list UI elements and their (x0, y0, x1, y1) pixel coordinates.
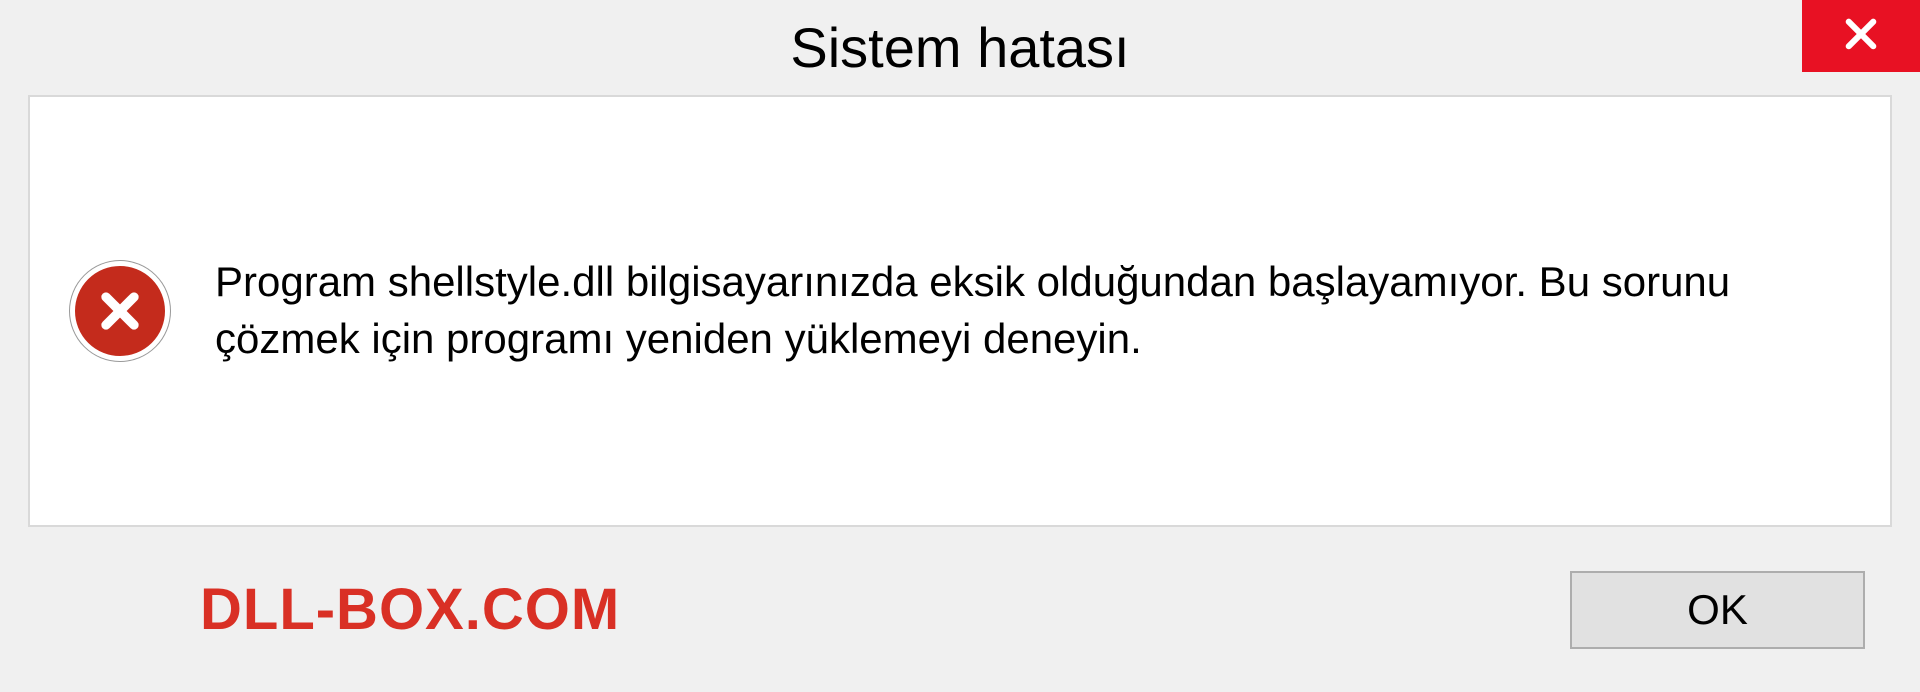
ok-button[interactable]: OK (1570, 571, 1865, 649)
error-icon-wrap (70, 261, 170, 361)
close-button[interactable] (1802, 0, 1920, 72)
error-dialog: Sistem hatası Program shellstyle.dll bil… (0, 0, 1920, 692)
error-message: Program shellstyle.dll bilgisayarınızda … (215, 254, 1830, 367)
dialog-footer: DLL-BOX.COM OK (0, 527, 1920, 692)
dialog-title: Sistem hatası (790, 15, 1129, 80)
watermark-text: DLL-BOX.COM (200, 576, 620, 643)
titlebar: Sistem hatası (0, 0, 1920, 95)
content-area: Program shellstyle.dll bilgisayarınızda … (28, 95, 1892, 527)
close-icon (1840, 13, 1882, 60)
error-circle-icon (70, 261, 170, 361)
